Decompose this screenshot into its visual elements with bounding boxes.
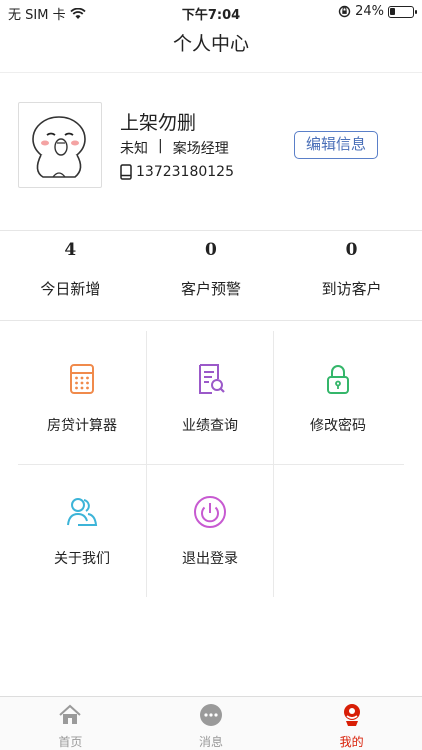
divider [0,320,422,321]
tab-mine[interactable]: 我的 [281,697,422,750]
tab-label: 消息 [198,735,223,749]
stat-value: 0 [205,240,217,260]
menu-label: 业绩查询 [182,418,238,434]
menu-grid: 房贷计算器 业绩查询 修改密码 关于我们 退出登录 [18,331,404,597]
menu-mortgage-calculator[interactable]: 房贷计算器 [18,331,146,464]
tab-label: 我的 [339,735,364,749]
stat-label: 到访客户 [321,280,382,298]
stat-today-new[interactable]: 4 今日新增 [0,238,141,318]
user-phone: 13723180125 [120,164,234,180]
menu-performance-query[interactable]: 业绩查询 [146,331,274,464]
tab-bar: 首页 消息 我的 [0,696,422,750]
tab-home[interactable]: 首页 [0,697,141,750]
avatar[interactable] [18,102,102,188]
message-icon [199,704,222,726]
stat-value: 0 [345,240,358,260]
stat-value: 4 [64,240,77,260]
battery-icon [388,5,417,18]
user-name: 上架勿删 [120,112,197,134]
profile-card: 上架勿删 未知 | 案场经理 13723180125 编辑信息 [18,102,408,192]
menu-label: 修改密码 [310,418,366,434]
user-gender: 未知 [120,141,148,157]
tab-messages[interactable]: 消息 [141,697,282,750]
power-icon [194,496,226,528]
lock-icon [327,365,349,394]
divider [0,72,422,73]
status-right: 24% [338,4,417,19]
menu-label: 房贷计算器 [47,418,117,434]
users-icon [67,498,98,526]
menu-label: 关于我们 [54,551,110,567]
stat-label: 今日新增 [40,280,101,298]
user-role: 案场经理 [172,141,229,157]
user-meta: 未知 | 案场经理 [120,138,229,158]
calculator-icon [70,364,94,394]
menu-about-us[interactable]: 关于我们 [18,464,146,597]
stats-row: 4 今日新增 0 客户预警 0 到访客户 [0,238,422,318]
stat-customer-alert[interactable]: 0 客户预警 [141,238,282,318]
profile-icon [343,704,360,726]
tab-label: 首页 [58,735,83,749]
menu-label: 退出登录 [182,551,238,567]
avatar-illustration [32,116,86,178]
orientation-lock-icon [338,5,351,18]
phone-icon [120,164,132,180]
meta-separator: | [158,138,163,154]
phone-number: 13723180125 [136,164,234,180]
stat-visiting-customers[interactable]: 0 到访客户 [281,238,422,318]
battery-percent: 24% [355,4,384,19]
home-icon [59,704,81,724]
divider [0,230,422,231]
page-title: 个人中心 [172,33,249,55]
status-bar: 无 SIM 卡 下午7:04 24% [0,0,422,24]
document-search-icon [199,364,225,394]
stat-label: 客户预警 [180,280,241,298]
nav-bar: 个人中心 [0,24,422,70]
menu-logout[interactable]: 退出登录 [146,464,274,597]
menu-change-password[interactable]: 修改密码 [274,331,402,464]
edit-profile-button[interactable]: 编辑信息 [294,131,378,159]
battery-fill [390,7,395,15]
